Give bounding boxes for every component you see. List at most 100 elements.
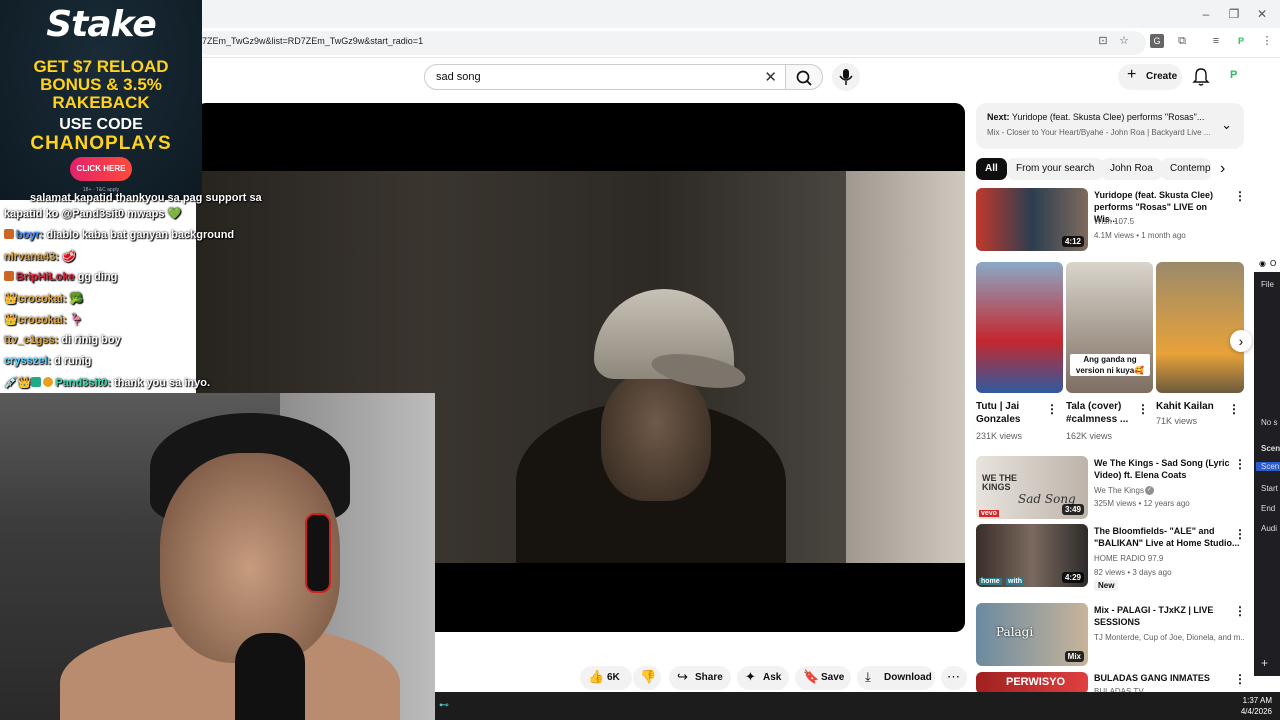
ad-line-1: GET $7 RELOAD xyxy=(33,57,169,76)
system-clock[interactable]: 1:37 AM 4/4/2026 xyxy=(1241,695,1272,717)
ad-line-2: BONUS & 3.5% xyxy=(40,75,162,94)
rec-meta-3: 82 views • 3 days ago xyxy=(1094,568,1172,577)
thumb-home-text: home xyxy=(979,578,1002,585)
ask-button[interactable]: ✦ Ask xyxy=(737,666,789,690)
ad-line-3: RAKEBACK xyxy=(52,93,150,112)
obs-label: Scen xyxy=(1261,444,1280,453)
search-box[interactable]: ✕ xyxy=(424,64,786,90)
voice-search-button[interactable] xyxy=(832,63,860,91)
next-up-title: Yuridope (feat. Skusta Clee) performs "R… xyxy=(1011,112,1205,122)
restore-icon[interactable]: ❐ xyxy=(1226,6,1242,22)
create-button[interactable]: + Create xyxy=(1118,64,1182,90)
short-thumbnail-2[interactable]: Ang ganda ng version ni kuya🥰 xyxy=(1066,262,1153,393)
rec-thumbnail-4[interactable]: Palagi Mix xyxy=(976,603,1088,666)
microphone-icon xyxy=(839,69,853,85)
obs-label[interactable]: Audi xyxy=(1261,524,1277,533)
rec-thumbnail-5[interactable]: PERWISYO xyxy=(976,672,1088,694)
short-title-1[interactable]: Tutu | Jai Gonzales xyxy=(976,400,1048,426)
short-title-3[interactable]: Kahit Kailan xyxy=(1156,400,1224,413)
chip-john-roa[interactable]: John Roa xyxy=(1101,158,1162,180)
rec-thumbnail-1[interactable]: 4:12 xyxy=(976,188,1088,251)
more-vert-icon[interactable]: ⋮ xyxy=(1234,457,1246,471)
green-heart-icon: 💚 xyxy=(167,208,182,220)
close-icon[interactable]: ✕ xyxy=(1254,6,1270,22)
plus-icon: + xyxy=(1127,66,1137,83)
url-field[interactable]: 7ZEm_TwGz9w&list=RD7ZEm_TwGz9w&start_rad… xyxy=(196,31,1146,55)
more-vert-icon[interactable]: ⋮ xyxy=(1234,189,1246,203)
more-vert-icon[interactable]: ⋮ xyxy=(1228,402,1240,416)
chip-from-your-search[interactable]: From your search xyxy=(1007,158,1104,180)
emote-icon: 🥦 xyxy=(69,293,84,305)
clear-search-icon[interactable]: ✕ xyxy=(764,68,777,86)
like-count: 6K xyxy=(607,672,620,683)
more-actions-button[interactable]: ⋯ xyxy=(941,666,967,690)
extensions-icon[interactable]: ⧉ xyxy=(1175,34,1189,48)
taskbar: ⊷ 1:37 AM 4/4/2026 xyxy=(435,692,1280,720)
clock-date: 4/4/2026 xyxy=(1240,707,1272,716)
obs-add-icon[interactable]: + xyxy=(1261,656,1268,670)
bookmark-star-icon[interactable]: ☆ xyxy=(1117,34,1131,48)
emote-icon: 🦩 xyxy=(69,314,84,326)
chevron-right-icon[interactable]: › xyxy=(1230,330,1252,352)
account-avatar[interactable]: P xyxy=(1230,69,1248,85)
rec-title-4[interactable]: Mix - PALAGI - TJxKZ | LIVE SESSIONS xyxy=(1094,604,1232,628)
search-input[interactable] xyxy=(434,70,734,84)
stake-ad-banner[interactable]: Stake GET $7 RELOAD BONUS & 3.5% RAKEBAC… xyxy=(0,0,202,200)
save-button[interactable]: 🔖 Save xyxy=(795,666,851,690)
short-thumbnail-3[interactable] xyxy=(1156,262,1244,393)
chat-username: BripHiLoke xyxy=(16,271,75,283)
rec-thumbnail-2[interactable]: WE THE KINGS Sad Song vevo 3:49 xyxy=(976,456,1088,519)
short-thumbnail-1[interactable] xyxy=(976,262,1063,393)
more-vert-icon[interactable]: ⋮ xyxy=(1234,527,1246,541)
more-vert-icon[interactable]: ⋮ xyxy=(1137,402,1149,416)
rec-thumbnail-3[interactable]: home with 4:29 xyxy=(976,524,1088,587)
chat-badge-icon xyxy=(4,229,14,239)
install-app-icon[interactable]: ⊡ xyxy=(1096,34,1110,48)
taskbar-app-icon[interactable]: ⊷ xyxy=(439,700,449,711)
rec-channel-1[interactable]: Wish 107.5 xyxy=(1094,216,1134,227)
search-button[interactable] xyxy=(785,64,823,90)
rec-channel-4[interactable]: TJ Monterde, Cup of Joe, Dionela, and m.… xyxy=(1094,632,1244,643)
obs-label[interactable]: End xyxy=(1261,504,1275,513)
grammarly-extension-icon[interactable]: G xyxy=(1150,34,1164,48)
notifications-bell-icon[interactable] xyxy=(1192,67,1210,87)
rec-title-3[interactable]: The Bloomfields- "ALE" and "BALIKAN" Liv… xyxy=(1094,525,1254,549)
download-icon: ⤓ xyxy=(865,669,871,684)
short-title-2[interactable]: Tala (cover) #calmness ... xyxy=(1066,400,1134,426)
chevron-right-icon[interactable]: › xyxy=(1220,160,1225,178)
rec-channel-3[interactable]: HOME RADIO 97.9 xyxy=(1094,553,1163,564)
dislike-button[interactable]: 👎 xyxy=(633,666,661,690)
thumb-perwisyo-text: PERWISYO xyxy=(1006,676,1066,688)
more-vert-icon[interactable]: ⋮ xyxy=(1234,672,1246,686)
obs-label[interactable]: Scen xyxy=(1256,462,1280,471)
short-views-1: 231K views xyxy=(976,431,1023,441)
rec-channel-2[interactable]: We The Kings xyxy=(1094,485,1144,496)
more-vert-icon[interactable]: ⋮ xyxy=(1046,402,1058,416)
obs-label[interactable]: Start xyxy=(1261,484,1278,493)
obs-window-edge[interactable]: ◉ O File No s Scen Scen Start End Audi + xyxy=(1254,256,1280,676)
chip-all[interactable]: All xyxy=(976,158,1007,180)
more-vert-icon[interactable]: ⋮ xyxy=(1234,604,1246,618)
chat-text: di rinig boy xyxy=(61,334,121,346)
chat-text: diablo kaba bat ganyan background xyxy=(46,229,235,241)
next-up-panel[interactable]: Next: Yuridope (feat. Skusta Clee) perfo… xyxy=(976,103,1244,149)
download-button[interactable]: ⤓ Download xyxy=(857,666,935,690)
chat-username: crocokai: xyxy=(17,314,67,326)
ad-click-here-button[interactable]: CLICK HERE xyxy=(70,157,132,181)
chrome-menu-icon[interactable]: ⋮ xyxy=(1260,34,1274,48)
share-icon: ↪ xyxy=(677,669,688,684)
profile-avatar-icon[interactable]: P xyxy=(1234,34,1248,48)
chip-contemp[interactable]: Contemp xyxy=(1161,158,1211,180)
rec-title-5[interactable]: BULADAS GANG INMATES xyxy=(1094,672,1232,684)
rec-title-2[interactable]: We The Kings - Sad Song (Lyric Video) ft… xyxy=(1094,457,1232,481)
short-views-2: 162K views xyxy=(1066,431,1113,441)
like-button[interactable]: 👍 6K xyxy=(580,666,632,690)
url-text[interactable]: 7ZEm_TwGz9w&list=RD7ZEm_TwGz9w&start_rad… xyxy=(202,36,423,46)
chevron-down-icon[interactable]: ⌄ xyxy=(1221,117,1232,133)
minimize-icon[interactable]: – xyxy=(1198,6,1214,22)
obs-menu-file[interactable]: File xyxy=(1261,280,1274,289)
playlist-icon[interactable]: ≡ xyxy=(1209,34,1223,48)
share-button[interactable]: ↪ Share xyxy=(669,666,731,690)
chat-message: salamat kapatid thankyou sa pag support … xyxy=(30,192,262,204)
chat-text: thank you sa inyo. xyxy=(114,377,211,389)
